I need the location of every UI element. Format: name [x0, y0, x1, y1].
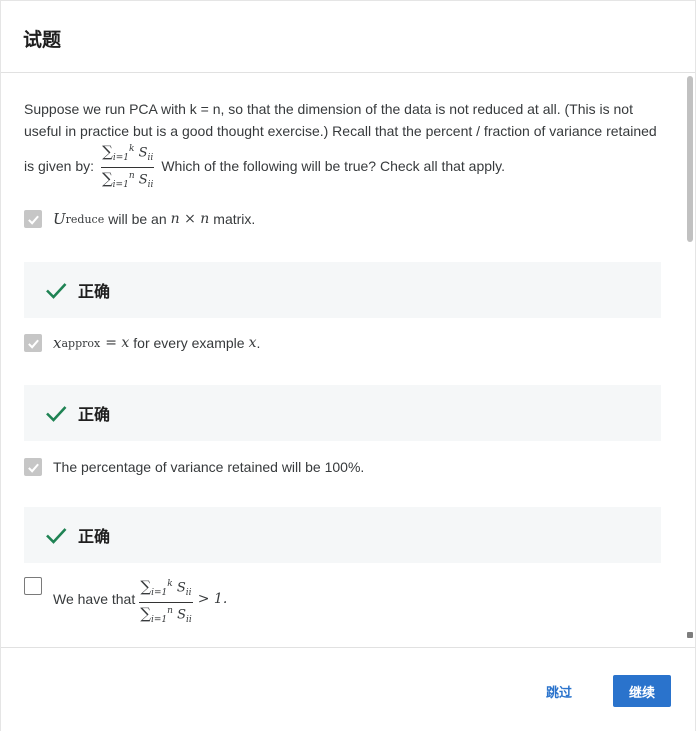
option-ratio-greater-one[interactable]: We have that ∑i=1k Sii ∑i=1n Sii > 1. — [24, 577, 227, 628]
option-label-end: matrix. — [213, 211, 256, 227]
option-math: U — [53, 210, 66, 228]
option-math-suffix: x — [248, 335, 257, 351]
option-math: x — [53, 334, 62, 352]
option-label: We have that — [53, 591, 136, 607]
formula-numerator: ∑i=1k Sii — [101, 142, 155, 168]
option-label-end: . — [256, 335, 261, 351]
feedback-correct: 正确 — [24, 262, 661, 318]
continue-button[interactable]: 继续 — [613, 675, 671, 707]
dialog-footer: 跳过 继续 — [1, 647, 695, 731]
feedback-correct: 正确 — [24, 507, 661, 563]
checkbox-checked-icon[interactable] — [24, 334, 42, 352]
checkbox-checked-icon[interactable] — [24, 458, 42, 476]
option-math-sub: approx — [61, 336, 101, 350]
option-u-reduce[interactable]: Ureduce will be an n × n matrix. — [24, 210, 255, 228]
feedback-label: 正确 — [78, 527, 111, 546]
ratio-formula: ∑i=1k Sii ∑i=1n Sii — [139, 577, 193, 628]
checkmark-icon — [46, 528, 67, 544]
scrollbar-thumb[interactable] — [687, 76, 693, 242]
option-label: will be an — [108, 211, 167, 227]
feedback-label: 正确 — [78, 282, 111, 301]
formula-denominator: ∑i=1n Sii — [140, 604, 192, 625]
option-variance-100[interactable]: The percentage of variance retained will… — [24, 458, 364, 476]
checkbox-checked-icon[interactable] — [24, 210, 42, 228]
question-text-part2: Which of the following will be true? Che… — [161, 158, 506, 175]
checkbox-unchecked-icon[interactable] — [24, 577, 42, 595]
option-x-approx[interactable]: x approx = x for every example x. — [24, 334, 260, 352]
question-text: Suppose we run PCA with k = n, so that t… — [24, 98, 664, 193]
option-math-sub: reduce — [65, 212, 105, 226]
dialog-body[interactable]: Suppose we run PCA with k = n, so that t… — [1, 74, 685, 646]
option-label: for every example — [133, 335, 245, 351]
dialog-title: 试题 — [23, 29, 62, 51]
dialog-header: 试题 — [1, 1, 695, 73]
scrollbar-end-marker — [687, 632, 693, 638]
option-math-suffix: > 1. — [197, 591, 228, 607]
formula-denominator: ∑i=1n Sii — [101, 169, 154, 190]
option-math-suffix: n × n — [170, 211, 210, 227]
option-label: The percentage of variance retained will… — [53, 459, 365, 475]
skip-button[interactable]: 跳过 — [532, 677, 586, 705]
variance-retained-formula: ∑i=1k Sii ∑i=1n Sii — [101, 142, 155, 193]
checkmark-icon — [46, 283, 67, 299]
feedback-label: 正确 — [78, 405, 111, 424]
quiz-dialog: 试题 Suppose we run PCA with k = n, so tha… — [0, 0, 696, 731]
scrollbar[interactable] — [685, 74, 695, 646]
feedback-correct: 正确 — [24, 385, 661, 441]
option-math-mid: = x — [105, 335, 130, 351]
formula-numerator: ∑i=1k Sii — [139, 577, 193, 603]
checkmark-icon — [46, 406, 67, 422]
